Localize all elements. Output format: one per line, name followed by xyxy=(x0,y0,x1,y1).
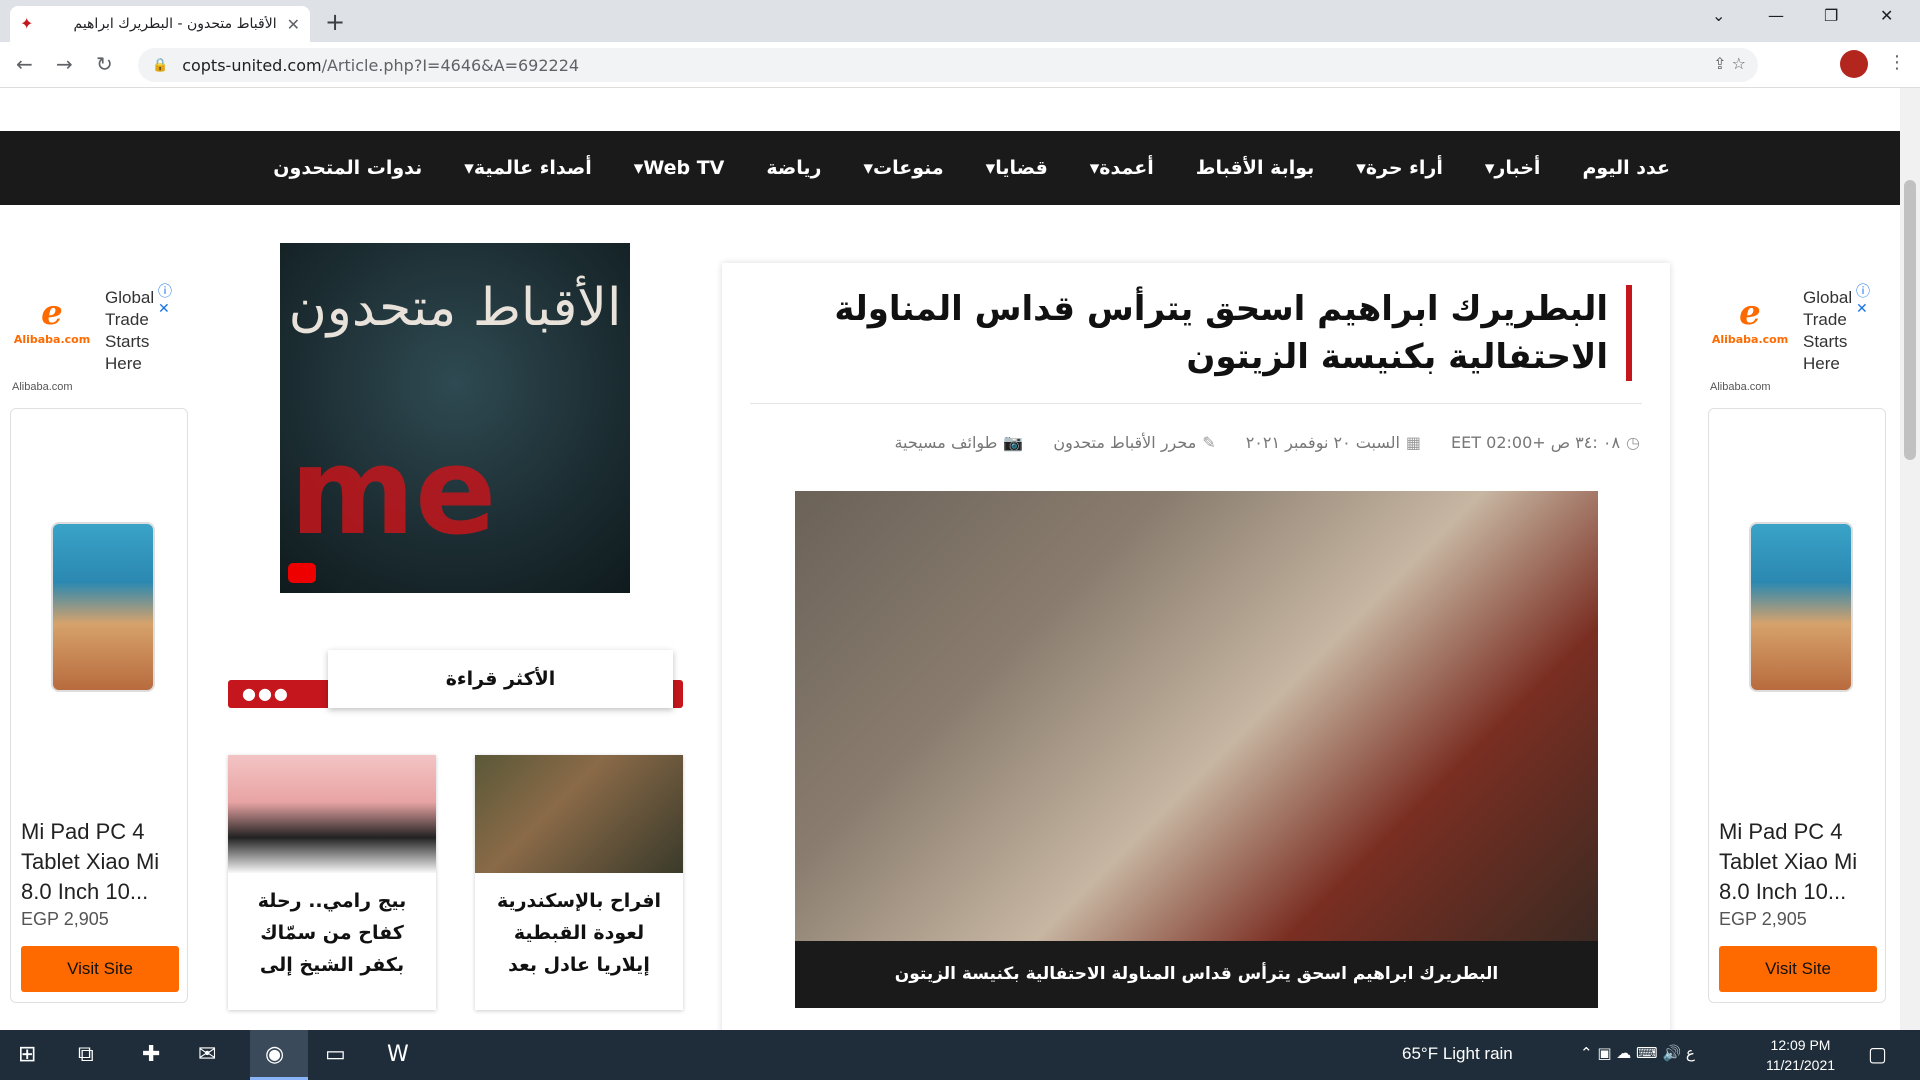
article-time: ◷٠٨ :٣٤ ص +02:00 EET xyxy=(1451,433,1640,452)
browser-tab[interactable]: ✦ الأقباط متحدون - البطريرك ابراهيم ✕ xyxy=(10,6,310,42)
mail-icon[interactable]: ✉ xyxy=(198,1042,216,1067)
close-tab-icon[interactable]: ✕ xyxy=(287,15,300,34)
visit-site-button[interactable]: Visit Site xyxy=(21,946,179,992)
left-ad[interactable]: ℯ Alibaba.com Global Trade Starts Here ⓘ ✕ A… xyxy=(0,263,188,1008)
notifications-icon[interactable]: ▢ xyxy=(1868,1042,1887,1066)
chrome-icon[interactable]: ◉ xyxy=(265,1042,284,1067)
most-read-card[interactable]: بيج رامي.. رحلة كفاح من سمّاك بكفر الشيخ… xyxy=(228,755,436,1010)
author-icon: ✎ xyxy=(1202,433,1216,452)
system-tray[interactable]: ⌃ ▣ ☁ ⌨ 🔊 ع xyxy=(1580,1044,1695,1062)
web-page: عدد اليوم أخبار▾ أراء حرة▾ بوابة الأقباط… xyxy=(0,88,1900,1030)
most-read-heading: الأكثر قراءة xyxy=(328,650,673,708)
most-read-card[interactable]: افراح بالإسكندرية لعودة القبطية إيلاريا … xyxy=(475,755,683,1010)
image-caption: البطريرك ابراهيم اسحق يترأس قداس المناول… xyxy=(795,941,1598,1008)
ad-product-card[interactable]: Mi Pad PC 4 Tablet Xiao Mi 8.0 Inch 10..… xyxy=(10,408,188,1003)
alibaba-logo: ℯ Alibaba.com xyxy=(13,293,91,346)
video-embed[interactable]: الأقباط متحدون me xyxy=(280,243,630,593)
nav-item-news[interactable]: أخبار▾ xyxy=(1485,157,1541,179)
ad-product-title: Mi Pad PC 4 Tablet Xiao Mi 8.0 Inch 10..… xyxy=(21,819,160,904)
video-title: الأقباط متحدون xyxy=(288,278,622,338)
article-image xyxy=(795,491,1598,941)
ad-product-card[interactable]: Mi Pad PC 4 Tablet Xiao Mi 8.0 Inch 10..… xyxy=(1708,408,1886,1003)
ad-tagline: Global Trade Starts Here xyxy=(105,288,155,373)
profile-avatar[interactable] xyxy=(1840,50,1868,78)
ad-price: EGP 2,905 xyxy=(21,909,109,929)
address-bar[interactable]: 🔒 copts-united.com/Article.php?I=4646&A=… xyxy=(138,48,1758,82)
article-author[interactable]: ✎محرر الأقباط متحدون xyxy=(1053,433,1215,452)
ad-close-icon[interactable]: ⓘ ✕ xyxy=(1856,281,1883,317)
nav-item-copts-portal[interactable]: بوابة الأقباط xyxy=(1196,157,1315,179)
clock-icon: ◷ xyxy=(1626,433,1640,452)
maximize-button[interactable]: ❐ xyxy=(1824,6,1838,25)
nav-item-columns[interactable]: أعمدة▾ xyxy=(1090,157,1154,179)
channel-logo: me xyxy=(290,423,497,562)
article-title: البطريرك ابراهيم اسحق يترأس قداس المناول… xyxy=(772,285,1632,381)
word-icon[interactable]: W xyxy=(387,1042,409,1067)
tablet-image xyxy=(1749,522,1853,692)
clock[interactable]: 12:09 PM 11/21/2021 xyxy=(1766,1035,1835,1075)
divider xyxy=(750,403,1642,404)
alibaba-logo: ℯ Alibaba.com xyxy=(1711,293,1789,346)
ad-close-icon[interactable]: ⓘ ✕ xyxy=(158,281,185,317)
weather-widget[interactable]: 65°F Light rain xyxy=(1402,1044,1513,1064)
nav-item-issues[interactable]: قضايا▾ xyxy=(986,157,1048,179)
close-window-button[interactable]: ✕ xyxy=(1880,6,1893,25)
nav-item-sports[interactable]: رياضة xyxy=(766,157,821,179)
browser-tab-bar: ✦ الأقباط متحدون - البطريرك ابراهيم ✕ + … xyxy=(0,0,1920,42)
article-meta: 📷طوائف مسيحية ✎محرر الأقباط متحدون ▦السب… xyxy=(864,433,1640,452)
url-text: copts-united.com/Article.php?I=4646&A=69… xyxy=(182,55,580,75)
tablet-image xyxy=(51,522,155,692)
nav-item-opinions[interactable]: أراء حرة▾ xyxy=(1356,157,1443,179)
back-button[interactable]: ← xyxy=(16,52,33,76)
task-view-icon[interactable]: ⧉ xyxy=(78,1042,94,1067)
card-image xyxy=(228,755,436,873)
windows-start-icon[interactable]: ⊞ xyxy=(18,1042,36,1067)
calendar-icon: ▦ xyxy=(1405,433,1422,452)
ad-domain: Alibaba.com xyxy=(12,381,73,393)
lock-icon: 🔒 xyxy=(152,57,169,73)
nav-item-misc[interactable]: منوعات▾ xyxy=(863,157,943,179)
site-favicon-icon: ✦ xyxy=(20,14,34,33)
card-title: افراح بالإسكندرية لعودة القبطية إيلاريا … xyxy=(496,890,662,976)
camera-icon: 📷 xyxy=(1003,433,1024,452)
site-nav-menu: عدد اليوم أخبار▾ أراء حرة▾ بوابة الأقباط… xyxy=(0,131,1900,205)
ad-price: EGP 2,905 xyxy=(1719,909,1807,929)
reload-button[interactable]: ↻ xyxy=(96,52,113,76)
nav-item-seminars[interactable]: ندوات المتحدون xyxy=(273,157,422,179)
nav-item-world-echoes[interactable]: أصداء عالمية▾ xyxy=(464,157,592,179)
card-image xyxy=(475,755,683,873)
nav-item-today[interactable]: عدد اليوم xyxy=(1582,157,1670,179)
article-date: ▦السبت ٢٠ نوفمبر ٢٠٢١ xyxy=(1245,433,1422,452)
new-tab-button[interactable]: + xyxy=(325,8,345,36)
page-scrollbar[interactable] xyxy=(1900,88,1920,1030)
browser-toolbar: ← → ↻ 🔒 copts-united.com/Article.php?I=4… xyxy=(0,42,1920,88)
most-read-header: ●●● الأكثر قراءة xyxy=(228,650,683,740)
minimize-button[interactable]: — xyxy=(1768,6,1784,25)
share-icon[interactable]: ⇪ ☆ xyxy=(1713,54,1746,73)
nav-item-webtv[interactable]: Web TV▾ xyxy=(634,157,725,179)
file-explorer-icon[interactable]: ▭ xyxy=(325,1042,346,1067)
ad-domain: Alibaba.com xyxy=(1710,381,1771,393)
ad-tagline: Global Trade Starts Here xyxy=(1803,288,1853,373)
article-category[interactable]: 📷طوائف مسيحية xyxy=(894,433,1023,452)
youtube-icon[interactable] xyxy=(288,563,316,583)
menu-kebab-icon[interactable]: ⋮ xyxy=(1888,52,1906,73)
ad-product-title: Mi Pad PC 4 Tablet Xiao Mi 8.0 Inch 10..… xyxy=(1719,819,1858,904)
windows-taskbar: ⊞ ⧉ ✚ ✉ ◉ ▭ W 65°F Light rain ⌃ ▣ ☁ ⌨ 🔊 … xyxy=(0,1030,1920,1080)
tab-title: الأقباط متحدون - البطريرك ابراهيم xyxy=(73,16,277,32)
bible-app-icon[interactable]: ✚ xyxy=(142,1042,160,1067)
article: البطريرك ابراهيم اسحق يترأس قداس المناول… xyxy=(722,263,1670,1030)
dots-icon: ●●● xyxy=(242,684,290,703)
scroll-thumb[interactable] xyxy=(1904,180,1916,460)
right-ad[interactable]: ℯ Alibaba.com Global Trade Starts Here ⓘ ✕ A… xyxy=(1698,263,1886,1008)
visit-site-button[interactable]: Visit Site xyxy=(1719,946,1877,992)
tab-search-icon[interactable]: ⌄ xyxy=(1712,6,1725,25)
forward-button[interactable]: → xyxy=(56,52,73,76)
card-title: بيج رامي.. رحلة كفاح من سمّاك بكفر الشيخ… xyxy=(257,890,407,976)
